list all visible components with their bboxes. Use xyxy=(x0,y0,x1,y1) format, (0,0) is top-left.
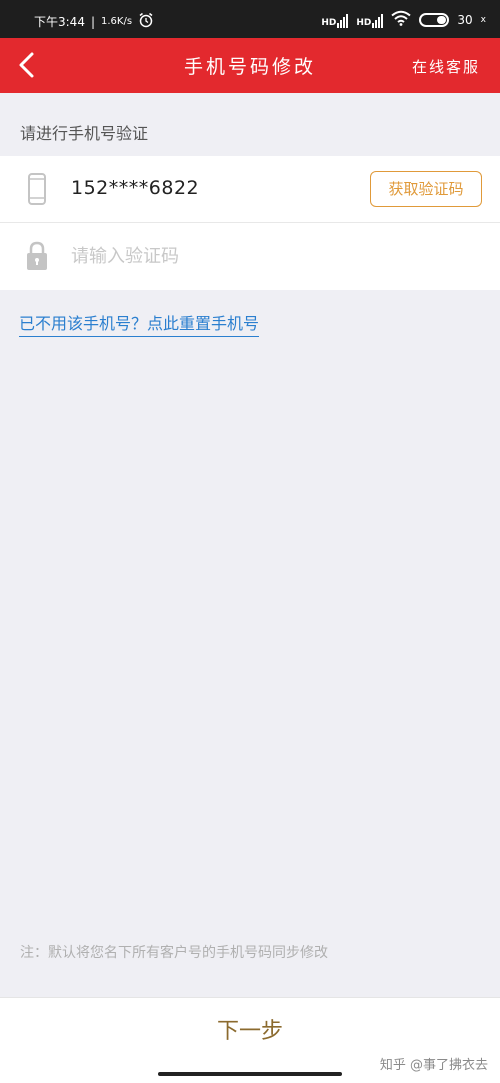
next-step-button[interactable]: 下一步 xyxy=(150,1012,350,1052)
alarm-icon xyxy=(138,12,154,31)
network-speed: 1.6K/s xyxy=(101,16,133,27)
screen: 下午3:44 | 1.6K/s HD HD 30 x 手机号码修改 在线客服 请… xyxy=(0,0,500,1083)
reset-phone-link[interactable]: 已不用该手机号？点此重置手机号 xyxy=(19,310,260,337)
status-time: 下午3:44 xyxy=(34,15,85,29)
battery-suffix: x xyxy=(480,14,486,25)
battery-level: 30 xyxy=(457,12,473,27)
sync-note: 注：默认将您名下所有客户号的手机号码同步修改 xyxy=(20,945,328,961)
status-divider: | xyxy=(90,14,95,29)
signal-icon-2: HD xyxy=(356,12,384,28)
wifi-icon xyxy=(391,10,412,29)
section-label: 请进行手机号验证 xyxy=(20,124,149,143)
status-bar: 下午3:44 | 1.6K/s HD HD 30 x xyxy=(0,0,500,38)
header: 手机号码修改 在线客服 xyxy=(0,38,500,93)
phone-icon xyxy=(25,173,49,205)
battery-icon xyxy=(419,12,450,27)
verification-code-input[interactable] xyxy=(71,237,471,275)
signal-icon: HD xyxy=(321,12,349,28)
get-code-button[interactable]: 获取验证码 xyxy=(370,171,482,207)
home-indicator[interactable] xyxy=(158,1072,342,1076)
watermark: 知乎 @事了拂衣去 xyxy=(379,1058,488,1073)
status-left: 下午3:44 | 1.6K/s xyxy=(34,12,154,31)
hd-label-2: HD xyxy=(356,17,372,28)
code-row xyxy=(0,223,500,289)
bottom-bar: 下一步 知乎 @事了拂衣去 xyxy=(0,997,500,1083)
phone-row: 152****6822 获取验证码 xyxy=(0,156,500,223)
lock-icon xyxy=(25,240,49,272)
online-service-link[interactable]: 在线客服 xyxy=(412,56,480,77)
hd-label: HD xyxy=(321,17,337,28)
verification-form: 152****6822 获取验证码 xyxy=(0,156,500,290)
phone-number: 152****6822 xyxy=(71,177,200,199)
status-right: HD HD 30 x xyxy=(321,10,486,29)
